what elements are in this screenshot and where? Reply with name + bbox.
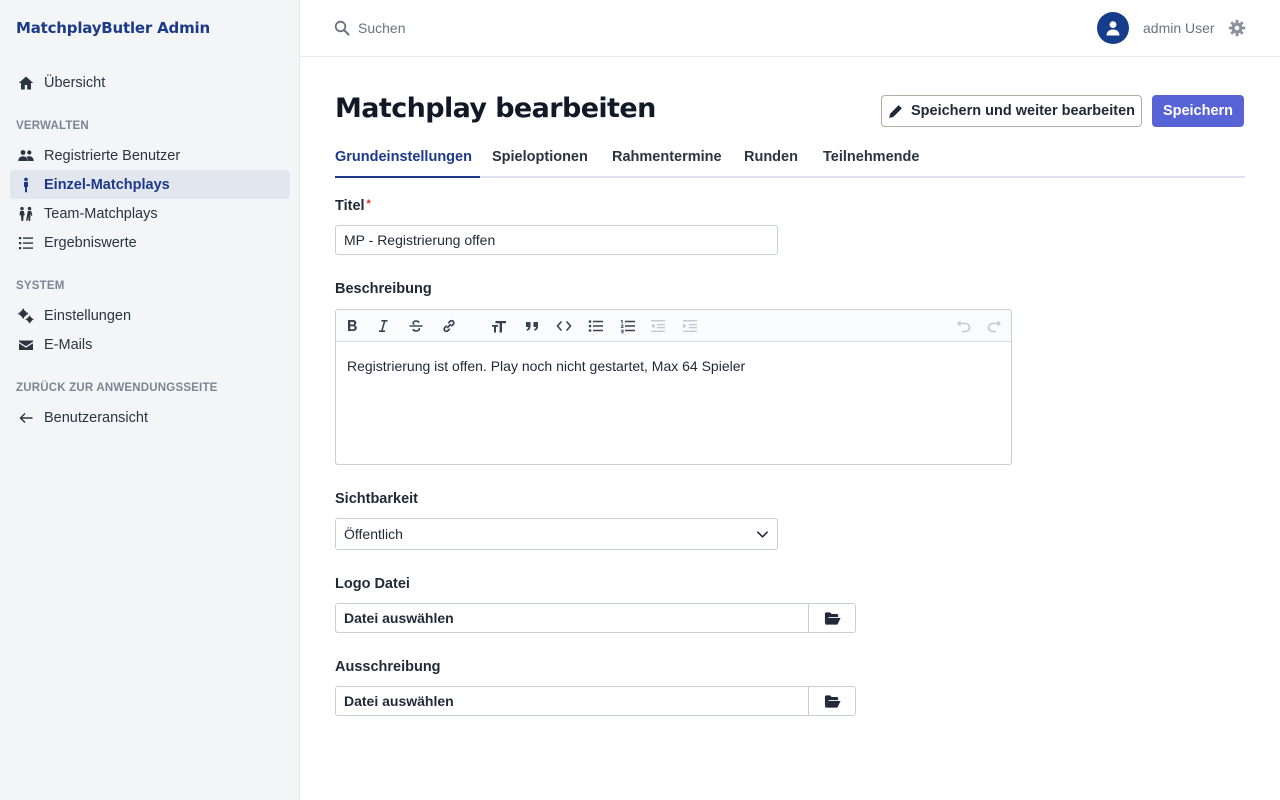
sidebar-item-user-view[interactable]: Benutzeransicht xyxy=(10,403,290,432)
envelope-icon xyxy=(17,336,34,353)
folder-open-icon xyxy=(824,694,841,708)
search-input[interactable] xyxy=(358,17,658,39)
bullet-list-icon[interactable] xyxy=(587,317,605,335)
user-icon xyxy=(1106,21,1120,36)
save-and-continue-label: Speichern und weiter bearbeiten xyxy=(911,103,1135,119)
title-label-text: Titel xyxy=(335,198,365,214)
save-button[interactable]: Speichern xyxy=(1152,95,1244,127)
sidebar-item-results[interactable]: Ergebniswerte xyxy=(10,228,290,257)
sidebar-item-team-matchplays[interactable]: Team-Matchplays xyxy=(10,199,290,228)
save-and-continue-button[interactable]: Speichern und weiter bearbeiten xyxy=(881,95,1142,127)
sidebar-item-users[interactable]: Registrierte Benutzer xyxy=(10,141,290,170)
logo-file-input[interactable]: Datei auswählen xyxy=(335,603,856,633)
italic-icon[interactable] xyxy=(374,317,392,335)
users-icon xyxy=(17,147,34,164)
sidebar-item-emails[interactable]: E-Mails xyxy=(10,330,290,359)
section-label-back: ZURÜCK ZUR ANWENDUNGSSEITE xyxy=(16,382,218,394)
numbered-list-icon[interactable] xyxy=(619,317,637,335)
pencil-icon xyxy=(889,104,902,118)
brand-title[interactable]: MatchplayButler Admin xyxy=(16,19,210,37)
user-name[interactable]: admin User xyxy=(1143,20,1215,36)
chevron-down-icon xyxy=(756,528,769,541)
description-editor[interactable]: Registrierung ist offen. Play noch nicht… xyxy=(335,309,1012,465)
folder-open-button[interactable] xyxy=(808,687,855,715)
title-label: Titel * xyxy=(335,198,371,214)
tab-schedule[interactable]: Rahmentermine xyxy=(612,149,722,178)
sidebar-item-label: Übersicht xyxy=(44,74,106,91)
search-icon xyxy=(334,20,350,36)
tender-file-label: Ausschreibung xyxy=(335,659,441,675)
sidebar-item-settings[interactable]: Einstellungen xyxy=(10,301,290,330)
undo-icon xyxy=(954,317,972,335)
cogs-icon xyxy=(17,307,34,324)
sidebar-item-overview[interactable]: Übersicht xyxy=(10,68,290,97)
sidebar-item-label: Einzel-Matchplays xyxy=(44,176,170,193)
tab-game-options[interactable]: Spieloptionen xyxy=(492,149,588,178)
tender-file-input[interactable]: Datei auswählen xyxy=(335,686,856,716)
tab-basic-settings[interactable]: Grundeinstellungen xyxy=(335,149,481,178)
sidebar-item-label: E-Mails xyxy=(44,336,93,353)
sidebar-item-label: Team-Matchplays xyxy=(44,205,158,222)
sidebar-item-single-matchplays[interactable]: Einzel-Matchplays xyxy=(10,170,290,199)
logo-file-label: Logo Datei xyxy=(335,576,410,592)
visibility-value: Öffentlich xyxy=(344,526,403,542)
folder-open-button[interactable] xyxy=(808,604,855,632)
tab-rounds[interactable]: Runden xyxy=(744,149,798,178)
sidebar-item-label: Registrierte Benutzer xyxy=(44,147,181,164)
gear-icon[interactable] xyxy=(1228,19,1246,37)
visibility-label: Sichtbarkeit xyxy=(335,491,418,507)
topbar: admin User xyxy=(300,0,1280,57)
team-icon xyxy=(17,205,34,222)
file-choose-label: Datei auswählen xyxy=(344,610,454,626)
page-title: Matchplay bearbeiten xyxy=(335,93,656,124)
required-marker: * xyxy=(366,198,371,210)
sidebar-item-label: Ergebniswerte xyxy=(44,234,137,251)
editor-content[interactable]: Registrierung ist offen. Play noch nicht… xyxy=(347,358,745,374)
list-icon xyxy=(17,234,34,251)
strikethrough-icon[interactable] xyxy=(407,317,425,335)
file-choose-label: Datei auswählen xyxy=(344,693,454,709)
avatar[interactable] xyxy=(1097,12,1129,44)
description-label: Beschreibung xyxy=(335,281,432,297)
tab-label: Grundeinstellungen xyxy=(335,149,472,165)
code-icon[interactable] xyxy=(555,317,573,335)
folder-open-icon xyxy=(824,611,841,625)
section-label-manage: VERWALTEN xyxy=(16,120,89,132)
quote-icon[interactable] xyxy=(523,317,541,335)
sidebar-item-label: Benutzeransicht xyxy=(44,409,148,426)
section-label-system: SYSTEM xyxy=(16,280,65,292)
indent-icon xyxy=(681,317,699,335)
redo-icon xyxy=(986,317,1004,335)
arrow-left-icon xyxy=(17,409,34,426)
text-size-icon[interactable] xyxy=(490,317,508,335)
visibility-select[interactable]: Öffentlich xyxy=(335,518,778,550)
tab-participants[interactable]: Teilnehmende xyxy=(823,149,919,178)
home-icon xyxy=(17,74,34,91)
sidebar-item-label: Einstellungen xyxy=(44,307,132,324)
tab-bar: Grundeinstellungen Spieloptionen Rahment… xyxy=(335,143,1245,178)
sidebar: MatchplayButler Admin Übersicht VERWALTE… xyxy=(0,0,300,800)
title-input[interactable] xyxy=(335,225,778,255)
bold-icon[interactable] xyxy=(343,317,361,335)
outdent-icon xyxy=(649,317,667,335)
person-icon xyxy=(17,176,34,193)
link-icon[interactable] xyxy=(440,317,458,335)
editor-toolbar xyxy=(336,310,1011,342)
